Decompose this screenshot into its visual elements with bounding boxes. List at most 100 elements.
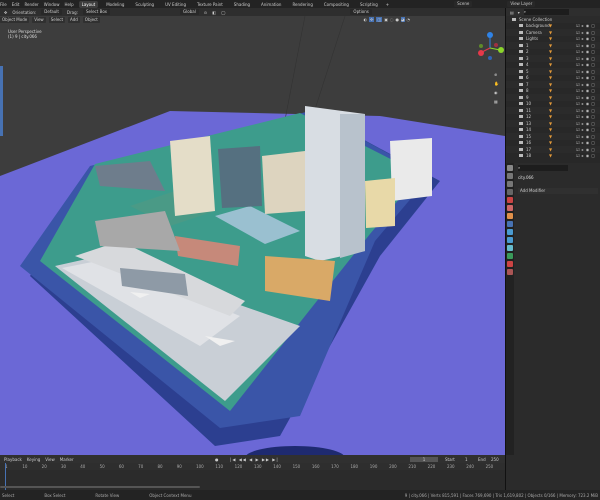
playback-menu[interactable]: Playback	[4, 457, 22, 462]
zoom-icon[interactable]: ⊕	[494, 70, 499, 79]
add-menu[interactable]: Add	[68, 17, 80, 23]
tab-layout[interactable]: Layout	[78, 0, 99, 8]
menu-help[interactable]: Help	[64, 2, 73, 7]
frame-tick: 80	[157, 464, 163, 469]
visibility-toggles[interactable]: ☑▸◉▢	[576, 95, 597, 100]
scene-selector[interactable]: Scene	[454, 1, 473, 7]
shading-material-icon[interactable]: ◕	[401, 17, 405, 22]
options-dropdown[interactable]: Options	[350, 9, 372, 15]
object-tab-icon[interactable]	[507, 213, 513, 219]
view-layer-selector[interactable]: View Layer	[507, 1, 536, 7]
xray-icon[interactable]: ▣	[384, 17, 388, 22]
record-button[interactable]: ●	[215, 457, 219, 462]
visibility-toggles[interactable]: ☑▸◉▢	[576, 23, 597, 28]
outliner-row[interactable]: 18 ▼ ☑▸◉▢	[506, 153, 600, 160]
visibility-toggles[interactable]: ☑▸◉▢	[576, 127, 597, 132]
visibility-toggles[interactable]: ☑▸◉▢	[576, 56, 597, 61]
data-tab-icon[interactable]	[507, 253, 513, 259]
keying-menu[interactable]: Keying	[27, 457, 40, 462]
frame-ruler[interactable]: 1 10 20 30 40 50 60 70 80 90 100 110 120 130 140 150 160…	[0, 463, 505, 470]
visibility-toggles[interactable]: ☑▸◉▢	[576, 88, 597, 93]
visibility-toggles[interactable]: ☑▸◉▢	[576, 43, 597, 48]
snap-icon[interactable]: ◧	[212, 10, 216, 15]
proportional-edit-icon[interactable]: ◯	[221, 10, 225, 15]
end-field[interactable]: 250	[491, 457, 499, 462]
visibility-toggles[interactable]: ☑▸◉▢	[576, 49, 597, 54]
render-tab-icon[interactable]	[507, 173, 513, 179]
visibility-toggles[interactable]: ☑▸◉▢	[576, 75, 597, 80]
visibility-toggles[interactable]: ☑▸◉▢	[576, 134, 597, 139]
world-tab-icon[interactable]	[507, 205, 513, 211]
tab-animation[interactable]: Animation	[258, 1, 284, 8]
timeline-view-menu[interactable]: View	[45, 457, 55, 462]
shading-solid-icon[interactable]: ●	[396, 17, 400, 22]
view-menu[interactable]: View	[32, 17, 46, 23]
visibility-toggles[interactable]: ☑▸◉▢	[576, 69, 597, 74]
material-tab-icon[interactable]	[507, 261, 513, 267]
output-tab-icon[interactable]	[507, 181, 513, 187]
menu-window[interactable]: Window	[44, 2, 60, 7]
tab-scripting[interactable]: Scripting	[357, 1, 381, 8]
visibility-toggles[interactable]: ☑▸◉▢	[576, 36, 597, 41]
object-menu[interactable]: Object	[82, 17, 100, 23]
tab-shading[interactable]: Shading	[231, 1, 253, 8]
tab-uv-editing[interactable]: UV Editing	[162, 1, 189, 8]
outliner-search-input[interactable]: ⌕	[523, 9, 569, 15]
transform-orientation-dropdown[interactable]: Global	[180, 9, 199, 15]
physics-tab-icon[interactable]	[507, 237, 513, 243]
pivot-icon[interactable]: ⊙	[204, 10, 207, 15]
tab-texture-paint[interactable]: Texture Paint	[194, 1, 226, 8]
visibility-toggles[interactable]: ☑▸◉▢	[576, 114, 597, 119]
visibility-toggles[interactable]: ☑▸◉▢	[576, 140, 597, 145]
filter-icon[interactable]: ▾	[518, 10, 520, 15]
navigation-gizmo[interactable]	[470, 28, 505, 68]
properties-search-input[interactable]: ⌕	[518, 165, 568, 171]
tab-compositing[interactable]: Compositing	[321, 1, 352, 8]
timeline-scrollbar[interactable]	[0, 486, 200, 488]
add-workspace-button[interactable]: +	[386, 2, 389, 7]
texture-tab-icon[interactable]	[507, 269, 513, 275]
modifier-tab-icon[interactable]	[507, 221, 513, 227]
menu-render[interactable]: Render	[24, 2, 38, 7]
tab-sculpting[interactable]: Sculpting	[132, 1, 157, 8]
tab-rendering[interactable]: Rendering	[289, 1, 315, 8]
collection-icon	[519, 89, 523, 93]
object-name[interactable]: city.066	[518, 175, 534, 180]
tool-tab-icon[interactable]	[507, 165, 513, 171]
visibility-toggles[interactable]: ☑▸◉▢	[576, 108, 597, 113]
current-frame-field[interactable]: 1	[410, 456, 438, 462]
particles-tab-icon[interactable]	[507, 229, 513, 235]
visibility-toggles[interactable]: ☑▸◉▢	[576, 147, 597, 152]
tab-modeling[interactable]: Modeling	[103, 1, 127, 8]
select-menu[interactable]: Select	[48, 17, 66, 23]
scene-tab-icon[interactable]	[507, 197, 513, 203]
display-mode-icon[interactable]: ▤	[510, 10, 514, 15]
visibility-toggles[interactable]: ☑▸◉▢	[576, 101, 597, 106]
menu-edit[interactable]: Edit	[12, 2, 20, 7]
visibility-toggles[interactable]: ☑▸◉▢	[576, 62, 597, 67]
start-field[interactable]: 1	[465, 457, 468, 462]
visibility-toggles[interactable]: ☑▸◉▢	[576, 82, 597, 87]
visibility-toggles[interactable]: ☑▸◉▢	[576, 30, 597, 35]
perspective-toggle-icon[interactable]: ▦	[494, 97, 499, 106]
pan-hand-icon[interactable]: ✋	[494, 79, 499, 88]
shading-wireframe-icon[interactable]: ◌	[390, 17, 394, 22]
marker-menu[interactable]: Marker	[60, 457, 74, 462]
constraints-tab-icon[interactable]	[507, 245, 513, 251]
mode-dropdown[interactable]: Object Mode	[0, 17, 30, 23]
overlay-toggle-icon[interactable]: ◫	[376, 17, 383, 22]
visibility-toggles[interactable]: ☑▸◉▢	[576, 121, 597, 126]
orientation-dropdown[interactable]: Default	[41, 9, 62, 15]
playback-controls[interactable]: |◀ ◀◀ ◀ ▶ ▶▶ ▶|	[230, 457, 279, 462]
visibility-toggles[interactable]: ☑▸◉▢	[576, 153, 597, 158]
shading-rendered-icon[interactable]: ◔	[407, 17, 411, 22]
3d-viewport[interactable]: Object Mode View Select Add Object ◐ ✣ ◫…	[0, 16, 505, 455]
camera-icon[interactable]: ◉	[494, 88, 499, 97]
add-modifier-button[interactable]: Add Modifier	[518, 188, 598, 194]
menu-file[interactable]: File	[0, 2, 7, 7]
view-layer-tab-icon[interactable]	[507, 189, 513, 195]
status-rotate: Rotate View	[95, 492, 120, 498]
visibility-icon[interactable]: ◐	[364, 17, 368, 22]
drag-dropdown[interactable]: Select Box	[82, 9, 111, 15]
gizmo-toggle-icon[interactable]: ✣	[369, 17, 375, 22]
